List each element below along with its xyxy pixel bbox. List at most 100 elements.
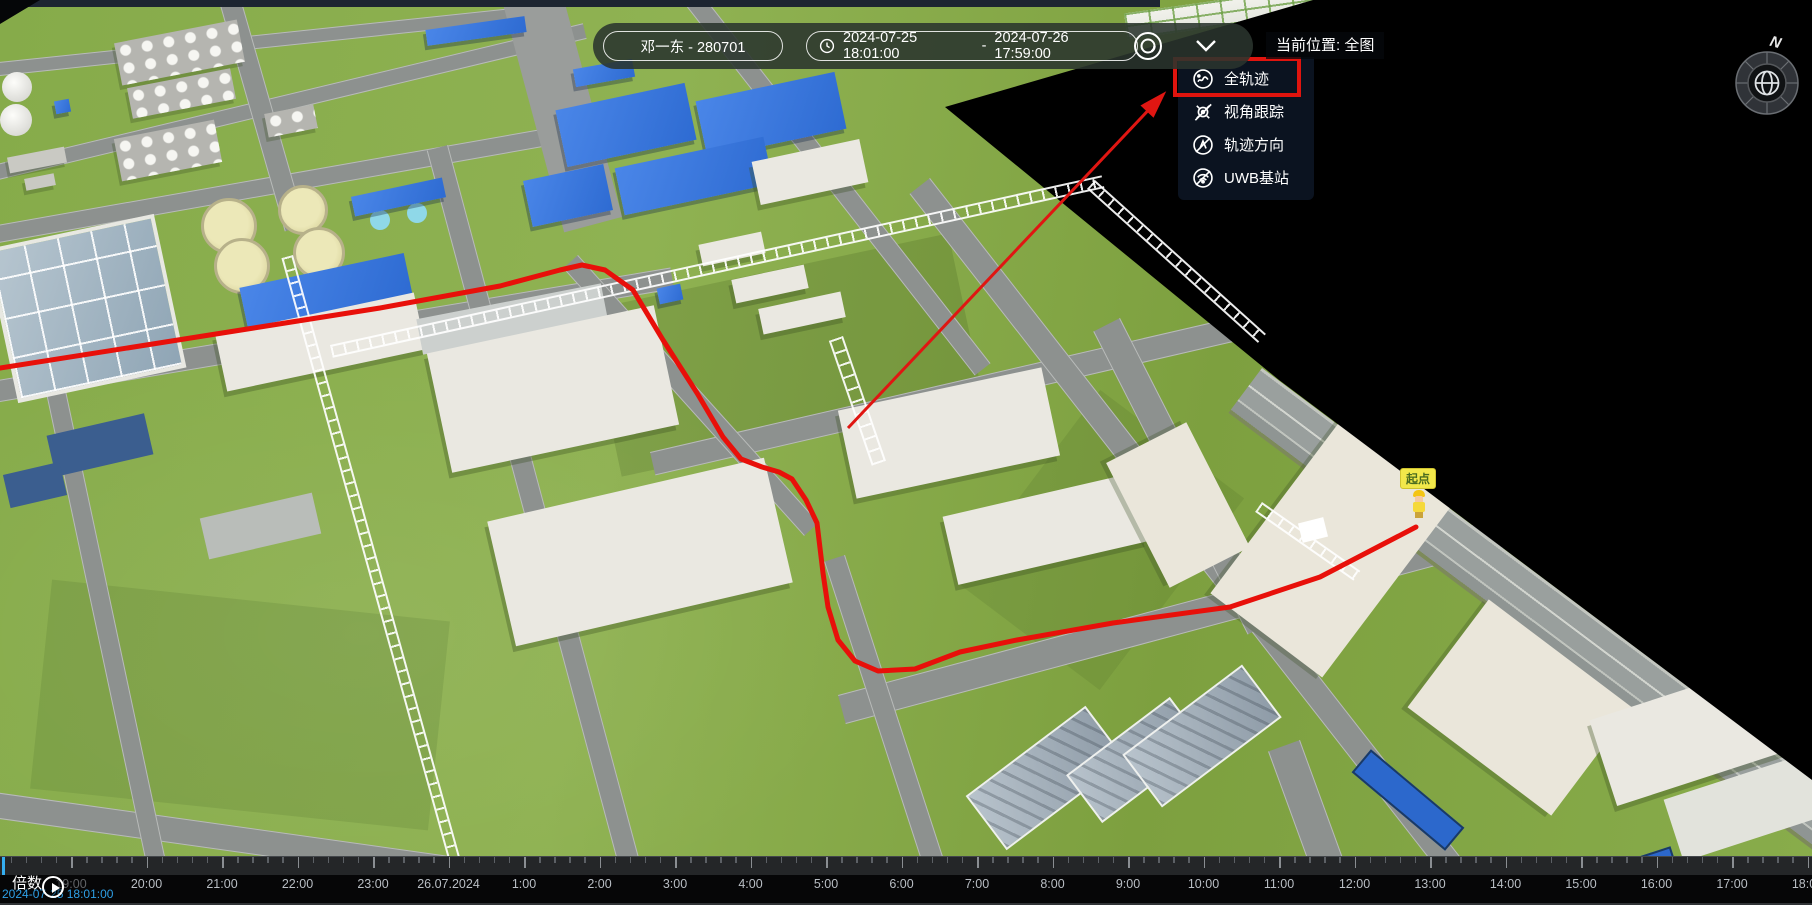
timeline-tick — [1385, 857, 1387, 863]
timeline-tick — [811, 857, 813, 863]
timeline-tick — [1566, 857, 1568, 863]
play-icon — [52, 883, 60, 893]
track-direction-icon — [1191, 133, 1215, 157]
timeline-tick — [932, 857, 934, 863]
storage-sphere — [2, 72, 32, 102]
timeline-tick — [1355, 857, 1357, 868]
timeline-tick — [1792, 857, 1794, 863]
menu-item-track-direction[interactable]: 轨迹方向 — [1178, 128, 1314, 161]
compass[interactable] — [1726, 42, 1808, 124]
timeline-tick — [162, 857, 164, 863]
map-canvas[interactable]: 起点 全轨迹 — [0, 0, 1812, 905]
worker-legs — [1415, 512, 1423, 518]
timeline-tick — [1068, 857, 1070, 863]
clarifier-tank — [407, 203, 427, 223]
timeline-tick — [1309, 857, 1311, 863]
timeline-tick — [1808, 857, 1810, 868]
chevron-down-icon[interactable] — [1191, 36, 1221, 56]
time-range-end: 2024-07-26 17:59:00 — [994, 30, 1125, 62]
worker-vest — [1413, 502, 1425, 512]
timeline-tick — [1475, 857, 1477, 863]
timeline-tick — [1113, 857, 1115, 863]
timeline-tick — [1581, 857, 1583, 868]
timeline-tick — [71, 857, 73, 868]
clarifier-tank — [370, 210, 390, 230]
current-location-label: 当前位置: 全图 — [1266, 32, 1384, 59]
timeline-tick — [1400, 857, 1402, 863]
timeline-tick — [494, 857, 496, 863]
timeline-tick — [871, 857, 873, 863]
play-button[interactable] — [42, 876, 64, 898]
timeline-tick — [1173, 857, 1175, 863]
timeline-tick — [1626, 857, 1628, 863]
timeline-label: 22:00 — [282, 877, 313, 891]
timeline-tick — [418, 857, 420, 863]
timeline-label: 9:00 — [1116, 877, 1140, 891]
timeline-tick — [1445, 857, 1447, 863]
timeline-tick — [766, 857, 768, 863]
timeline-tick — [645, 857, 647, 863]
timeline-tick — [1415, 857, 1417, 863]
timeline-label: 18:00 — [1792, 877, 1812, 891]
timeline-label: 23:00 — [357, 877, 388, 891]
menu-item-view-follow[interactable]: 视角跟踪 — [1178, 95, 1314, 128]
worker-figure — [1412, 490, 1426, 518]
timeline-tick — [1430, 857, 1432, 868]
timeline-tick — [1188, 857, 1190, 863]
timeline-label: 1:00 — [512, 877, 536, 891]
timeline-tick — [358, 857, 360, 863]
timeline-tick — [1249, 857, 1251, 863]
timeline-tick — [1339, 857, 1341, 863]
timeline-tick — [479, 857, 481, 863]
timeline-label: 17:00 — [1716, 877, 1747, 891]
timeline-tick — [1747, 857, 1749, 863]
timeline-tick — [1732, 857, 1734, 868]
timeline-tick — [101, 857, 103, 863]
timeline-tick — [720, 857, 722, 863]
person-select-value: 邓一东 - 280701 — [641, 36, 746, 57]
timeline-cursor[interactable] — [2, 857, 5, 875]
timeline-label: 26.07.2024 — [417, 877, 480, 891]
timeline-tick — [343, 857, 345, 863]
timeline-tick — [1657, 857, 1659, 868]
timeline-tick — [705, 857, 707, 863]
timeline-tick — [56, 857, 58, 863]
timeline-tick — [902, 857, 904, 868]
timeline-tick — [464, 857, 466, 863]
timeline-tick — [433, 857, 435, 863]
timeline-tick — [977, 857, 979, 868]
timeline-label: 8:00 — [1040, 877, 1064, 891]
menu-item-uwb-station[interactable]: UWB基站 — [1178, 161, 1314, 194]
timeline-tick — [1037, 857, 1039, 863]
timeline-label: 16:00 — [1641, 877, 1672, 891]
start-marker-label: 起点 — [1400, 468, 1436, 489]
timeline-tick — [192, 857, 194, 863]
menu-item-label: 轨迹方向 — [1224, 134, 1284, 155]
timeline-label: 14:00 — [1490, 877, 1521, 891]
timeline-tick — [1098, 857, 1100, 863]
timeline-tick — [282, 857, 284, 863]
timeline-tick — [1007, 857, 1009, 863]
timeline-tick — [509, 857, 511, 863]
timeline-tick — [222, 857, 224, 868]
locate-icon[interactable] — [1132, 30, 1164, 62]
timeline-scrubber[interactable]: 19:0020:0021:0022:0023:0026.07.20241:002… — [0, 856, 1812, 905]
timeline-tick — [841, 857, 843, 863]
timeline-label: 10:00 — [1188, 877, 1219, 891]
timeline-tick — [1611, 857, 1613, 863]
timeline-tick — [1551, 857, 1553, 863]
person-select[interactable]: 邓一东 - 280701 — [603, 31, 783, 61]
timeline-tick — [1687, 857, 1689, 863]
timeline-label: 20:00 — [131, 877, 162, 891]
timeline-tick — [1324, 857, 1326, 863]
timeline-label: 3:00 — [663, 877, 687, 891]
timeline-tick — [86, 857, 88, 863]
menu-item-label: 视角跟踪 — [1224, 101, 1284, 122]
time-range-select[interactable]: 2024-07-25 18:01:00 - 2024-07-26 17:59:0… — [806, 31, 1138, 61]
uwb-station-icon — [1191, 166, 1215, 190]
timeline-tick — [539, 857, 541, 863]
timeline-tick — [11, 857, 13, 863]
timeline-tick-strip[interactable] — [0, 857, 1812, 875]
timeline-label: 15:00 — [1565, 877, 1596, 891]
timeline-tick — [1022, 857, 1024, 863]
